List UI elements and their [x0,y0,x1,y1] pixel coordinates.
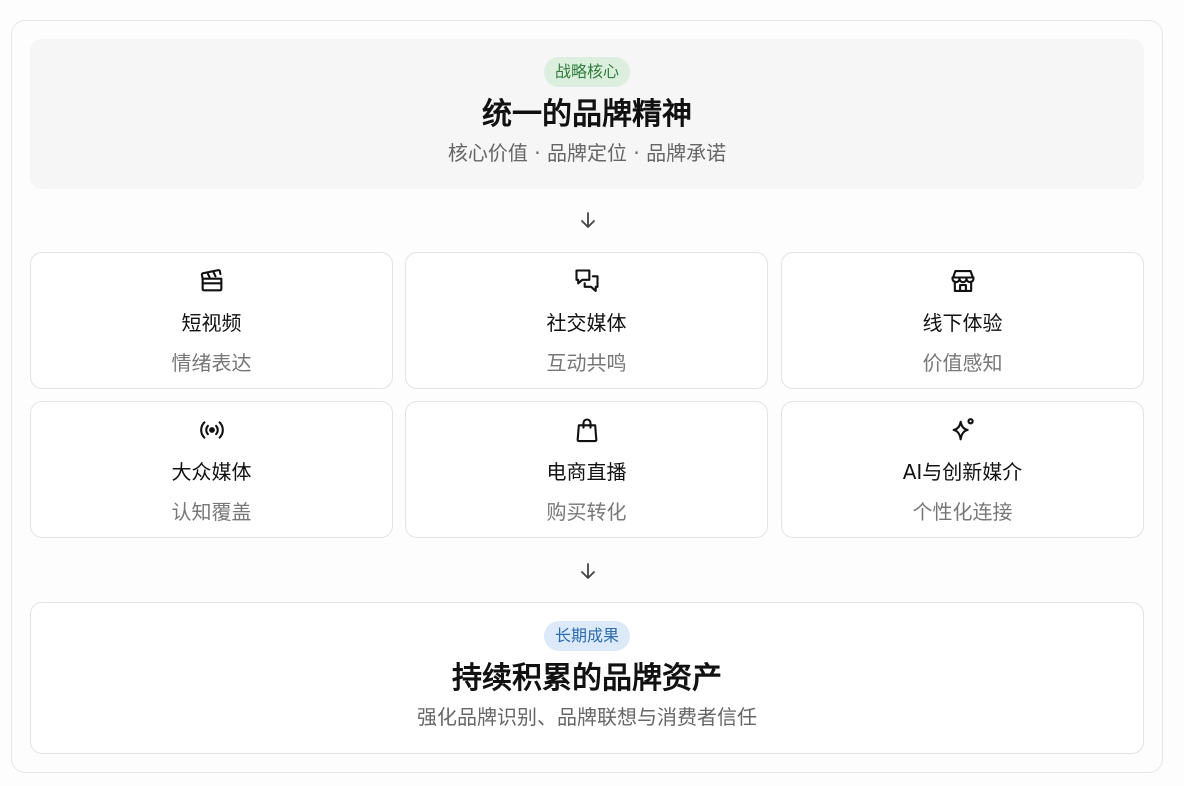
channel-name: 短视频 [181,311,242,335]
channel-card-ai-innovation: AI与创新媒介 个性化连接 [781,401,1144,538]
channel-desc: 认知覆盖 [171,500,252,524]
long-term-outcome-panel: 长期成果 持续积累的品牌资产 强化品牌识别、品牌联想与消费者信任 [30,602,1144,754]
channel-desc: 购买转化 [546,500,627,524]
arrow-down-icon [581,563,595,579]
long-term-outcome-badge: 长期成果 [543,621,630,651]
channel-card-social-media: 社交媒体 互动共鸣 [405,252,768,389]
channel-name: 大众媒体 [171,460,252,484]
channel-name: 社交媒体 [546,311,627,335]
channel-card-ecommerce-live: 电商直播 购买转化 [405,401,768,538]
shopping-bag-icon [576,418,597,443]
chat-bubbles-icon [574,269,599,292]
clapperboard-icon [200,269,222,292]
sparkle-icon [952,418,974,441]
long-term-outcome-title: 持续积累的品牌资产 [452,661,722,696]
channel-desc: 个性化连接 [912,500,1013,524]
channel-name: 电商直播 [546,460,627,484]
channel-card-short-video: 短视频 情绪表达 [30,252,393,389]
strategy-core-subtitle: 核心价值 · 品牌定位 · 品牌承诺 [447,141,727,165]
channel-card-mass-media: 大众媒体 认知覆盖 [30,401,393,538]
channel-name: 线下体验 [922,311,1003,335]
storefront-icon [950,270,975,292]
channel-desc: 价值感知 [922,351,1003,375]
channel-desc: 情绪表达 [171,351,252,375]
channel-card-offline-experience: 线下体验 价值感知 [781,252,1144,389]
broadcast-icon [199,421,224,439]
strategy-core-badge: 战略核心 [543,57,630,87]
arrow-down-icon [581,212,595,228]
long-term-outcome-subtitle: 强化品牌识别、品牌联想与消费者信任 [417,705,757,729]
channel-name: AI与创新媒介 [902,460,1023,484]
strategy-core-title: 统一的品牌精神 [482,97,692,132]
channel-desc: 互动共鸣 [546,351,627,375]
strategy-core-panel: 战略核心 统一的品牌精神 核心价值 · 品牌定位 · 品牌承诺 [30,39,1144,189]
